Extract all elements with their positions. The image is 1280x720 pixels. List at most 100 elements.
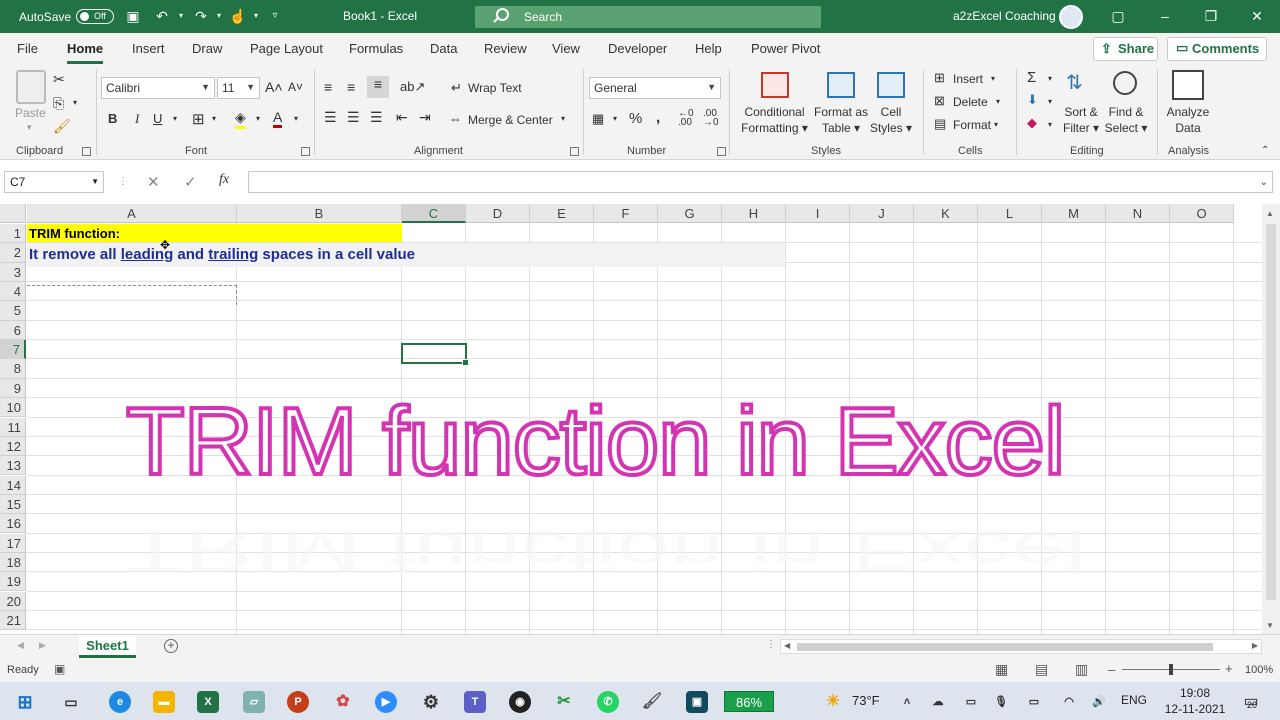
add-sheet-icon[interactable]: + (164, 639, 178, 653)
wifi-icon[interactable]: ◠ (1058, 691, 1080, 713)
font-color-dropdown-icon[interactable]: ▾ (294, 114, 298, 123)
notification-center[interactable]: ▭ 20 (1240, 691, 1262, 713)
alignment-launcher-icon[interactable] (570, 147, 579, 156)
underline-dropdown-icon[interactable]: ▾ (173, 114, 177, 123)
paint-app-icon[interactable]: ✿ (332, 691, 354, 713)
fill-dropdown-icon[interactable]: ▾ (256, 114, 260, 123)
format-as-table-button[interactable]: Format as Table ▾ (812, 104, 870, 136)
scroll-up-icon[interactable]: ▲ (1266, 209, 1274, 218)
column-header-a[interactable]: A (27, 204, 237, 223)
currency-icon[interactable]: ▦ (592, 111, 604, 127)
volume-icon[interactable]: 🔊 (1088, 691, 1110, 713)
find-select-button[interactable]: Find & Select ▾ (1103, 104, 1149, 136)
wrap-text-button[interactable]: Wrap Text (468, 81, 522, 95)
analyze-data-icon[interactable] (1172, 70, 1204, 100)
column-header-b[interactable]: B (237, 204, 402, 223)
save-icon[interactable]: ▣ (125, 8, 141, 24)
delete-cells-icon[interactable]: ⊠ (934, 93, 945, 109)
tab-view[interactable]: View (552, 41, 580, 56)
device-icon[interactable]: ▭ (960, 691, 982, 713)
user-name[interactable]: a2zExcel Coaching (953, 9, 1056, 23)
find-select-icon[interactable] (1113, 71, 1137, 95)
worksheet-grid[interactable]: A B C D E F G H I J K L M N O 1234567891… (0, 204, 1262, 634)
clear-dropdown-icon[interactable]: ▾ (1048, 120, 1052, 129)
vertical-scrollbar[interactable]: ▲ ▼ (1262, 204, 1280, 634)
camtasia-app-icon[interactable]: ▣ (686, 691, 708, 713)
paint-brush-app-icon[interactable]: 🖌 (641, 691, 663, 713)
page-layout-view-icon[interactable]: ▤ (1035, 661, 1048, 678)
column-header-o[interactable]: O (1170, 204, 1234, 223)
row-header-9[interactable]: 9 (0, 378, 26, 398)
increase-font-icon[interactable]: A˄ (265, 79, 283, 95)
tab-data[interactable]: Data (430, 41, 457, 56)
tab-formulas[interactable]: Formulas (349, 41, 403, 56)
excel-app-icon[interactable]: X (197, 691, 219, 713)
format-dropdown-icon[interactable]: ▾ (994, 120, 998, 129)
row-header-7[interactable]: 7 (0, 340, 26, 360)
tab-home[interactable]: Home (67, 41, 104, 64)
scroll-right-icon[interactable]: ▶ (1252, 641, 1258, 650)
currency-dropdown-icon[interactable]: ▾ (613, 114, 617, 123)
clear-icon[interactable]: ◆ (1027, 115, 1037, 131)
delete-dropdown-icon[interactable]: ▾ (996, 97, 1000, 106)
microphone-icon[interactable]: 🎙 (990, 691, 1012, 713)
borders-icon[interactable]: ⊞ (192, 110, 205, 128)
row-header-4[interactable]: 4 (0, 282, 26, 302)
font-size-select[interactable]: 11 ▼ (217, 77, 260, 99)
whatsapp-app-icon[interactable]: ✆ (597, 691, 619, 713)
fill-icon[interactable]: ⬇ (1027, 92, 1038, 108)
next-sheet-icon[interactable]: ▶ (39, 640, 46, 651)
decrease-decimal-icon[interactable]: .00 →0 (703, 109, 719, 128)
column-header-l[interactable]: L (978, 204, 1042, 223)
weather-icon[interactable]: ☀ (822, 691, 844, 713)
orientation-icon[interactable]: ab↗ (400, 79, 425, 95)
zoom-slider-knob[interactable] (1169, 664, 1173, 675)
column-header-g[interactable]: G (658, 204, 722, 223)
edge-browser-icon[interactable]: e (109, 691, 131, 713)
paste-icon[interactable] (16, 70, 46, 104)
settings-gear-icon[interactable]: ⚙ (420, 691, 442, 713)
battery-icon[interactable]: ▭ (1023, 691, 1045, 713)
hscroll-thumb[interactable] (797, 643, 1213, 651)
horizontal-scrollbar[interactable]: ◀ ▶ (780, 639, 1262, 654)
zoom-out-icon[interactable]: – (1108, 662, 1115, 677)
redo-icon[interactable]: ↷ (193, 8, 209, 24)
column-header-e[interactable]: E (530, 204, 594, 223)
format-painter-icon[interactable]: 🖌 (53, 118, 71, 135)
active-cell-c7[interactable] (401, 343, 469, 366)
touch-mode-icon[interactable]: ☝ (229, 8, 246, 24)
paste-dropdown-icon[interactable]: ▾ (27, 122, 32, 133)
row-header-5[interactable]: 5 (0, 301, 26, 321)
conditional-formatting-button[interactable]: Conditional Formatting ▾ (737, 104, 812, 136)
close-icon[interactable]: ✕ (1249, 8, 1265, 24)
row-header-8[interactable]: 8 (0, 359, 26, 379)
autosave-toggle[interactable]: Off (76, 9, 114, 24)
column-header-m[interactable]: M (1042, 204, 1106, 223)
tab-power-pivot[interactable]: Power Pivot (751, 41, 820, 56)
borders-dropdown-icon[interactable]: ▾ (212, 114, 216, 123)
align-right-icon[interactable]: ☰ (370, 109, 383, 126)
column-header-c[interactable]: C (402, 204, 466, 223)
snipping-tool-icon[interactable]: ✂ (553, 691, 575, 713)
column-header-j[interactable]: J (850, 204, 914, 223)
obs-app-icon[interactable]: ◉ (509, 691, 531, 713)
cell-a2[interactable]: It remove all leading and trailing space… (29, 246, 415, 263)
chevron-up-icon[interactable]: ˄ (896, 691, 918, 713)
fill-dropdown-icon[interactable]: ▾ (1048, 97, 1052, 106)
row-header-15[interactable]: 15 (0, 494, 26, 515)
zoom-in-icon[interactable]: + (1225, 661, 1233, 676)
task-view-icon[interactable]: ▭ (60, 691, 82, 713)
paste-label[interactable]: Paste (15, 106, 46, 120)
restore-icon[interactable]: ❐ (1203, 8, 1219, 24)
scroll-left-icon[interactable]: ◀ (784, 641, 790, 650)
share-button[interactable]: ⇪ Share (1093, 37, 1158, 61)
row-header-14[interactable]: 14 (0, 475, 26, 495)
format-cells-button[interactable]: Format (953, 118, 991, 132)
prev-sheet-icon[interactable]: ◀ (17, 640, 24, 651)
avatar[interactable] (1059, 5, 1083, 29)
increase-decimal-icon[interactable]: ←0.00 (678, 109, 694, 128)
enter-icon[interactable]: ✓ (184, 173, 197, 191)
tab-developer[interactable]: Developer (608, 41, 667, 56)
column-header-f[interactable]: F (594, 204, 658, 223)
wrap-text-icon[interactable]: ↵ (451, 80, 462, 96)
